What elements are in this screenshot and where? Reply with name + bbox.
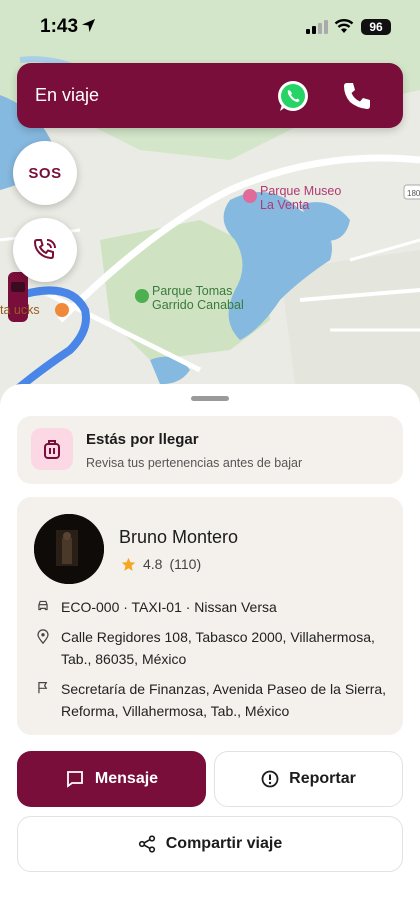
battery-indicator: 96 (361, 19, 391, 35)
sos-button[interactable]: SOS (13, 141, 77, 205)
vehicle-info: ECO-000 · TAXI-01 · Nissan Versa (61, 599, 277, 615)
destination-row: Secretaría de Finanzas, Avenida Paseo de… (35, 678, 390, 722)
share-trip-button[interactable]: Compartir viaje (17, 816, 403, 872)
map-label-shop: ta ucks (0, 303, 40, 317)
call-button[interactable] (339, 78, 375, 114)
message-button[interactable]: Mensaje (17, 751, 206, 807)
phone-icon (344, 83, 370, 109)
driver-card: Bruno Montero 4.8 (110) ECO-000 · TAXI-0… (17, 497, 403, 735)
destination-address: Secretaría de Finanzas, Avenida Paseo de… (61, 681, 387, 719)
status-bar: 1:43 96 (0, 0, 420, 52)
map-label-parque: Parque Tomas Garrido Canabal (152, 284, 244, 312)
flag-icon (38, 682, 48, 694)
car-icon (38, 600, 48, 611)
report-button-label: Reportar (289, 770, 356, 787)
whatsapp-button[interactable] (275, 78, 311, 114)
arrival-notice: Estás por llegar Revisa tus pertenencias… (17, 416, 403, 484)
wifi-icon (334, 19, 354, 33)
trip-bottom-sheet: Estás por llegar Revisa tus pertenencias… (0, 384, 420, 908)
message-button-label: Mensaje (94, 770, 159, 787)
trip-status-title: En viaje (35, 85, 100, 105)
report-button[interactable]: Reportar (214, 751, 403, 807)
sheet-drag-handle[interactable] (191, 396, 229, 401)
star-icon (121, 557, 136, 571)
whatsapp-icon (278, 81, 308, 111)
rating-count: (110) (169, 556, 202, 572)
driver-avatar (34, 514, 104, 584)
pickup-row: Calle Regidores 108, Tabasco 2000, Villa… (35, 626, 390, 670)
cellular-signal-icon (306, 20, 328, 34)
pickup-address: Calle Regidores 108, Tabasco 2000, Villa… (61, 629, 375, 667)
luggage-icon (31, 428, 73, 470)
status-time: 1:43 (40, 16, 79, 37)
notice-subtitle: Revisa tus pertenencias antes de bajar (86, 456, 303, 470)
rating-value: 4.8 (143, 556, 163, 572)
emergency-call-button[interactable] (13, 218, 77, 282)
alert-circle-icon (261, 770, 279, 788)
road-shield-number: 180 (407, 189, 420, 198)
chat-icon (67, 771, 83, 788)
location-arrow-icon (81, 18, 96, 33)
vehicle-row: ECO-000 · TAXI-01 · Nissan Versa (35, 596, 390, 618)
trip-status-banner: En viaje (17, 63, 403, 128)
map-label-museo: Parque Museo La Venta (260, 184, 342, 212)
driver-rating: 4.8 (110) (121, 556, 201, 572)
share-button-label: Compartir viaje (165, 835, 283, 852)
notice-title: Estás por llegar (86, 431, 199, 448)
phone-call-icon (33, 239, 56, 260)
driver-name: Bruno Montero (119, 527, 239, 547)
location-pin-icon (37, 629, 49, 644)
share-icon (138, 835, 155, 853)
